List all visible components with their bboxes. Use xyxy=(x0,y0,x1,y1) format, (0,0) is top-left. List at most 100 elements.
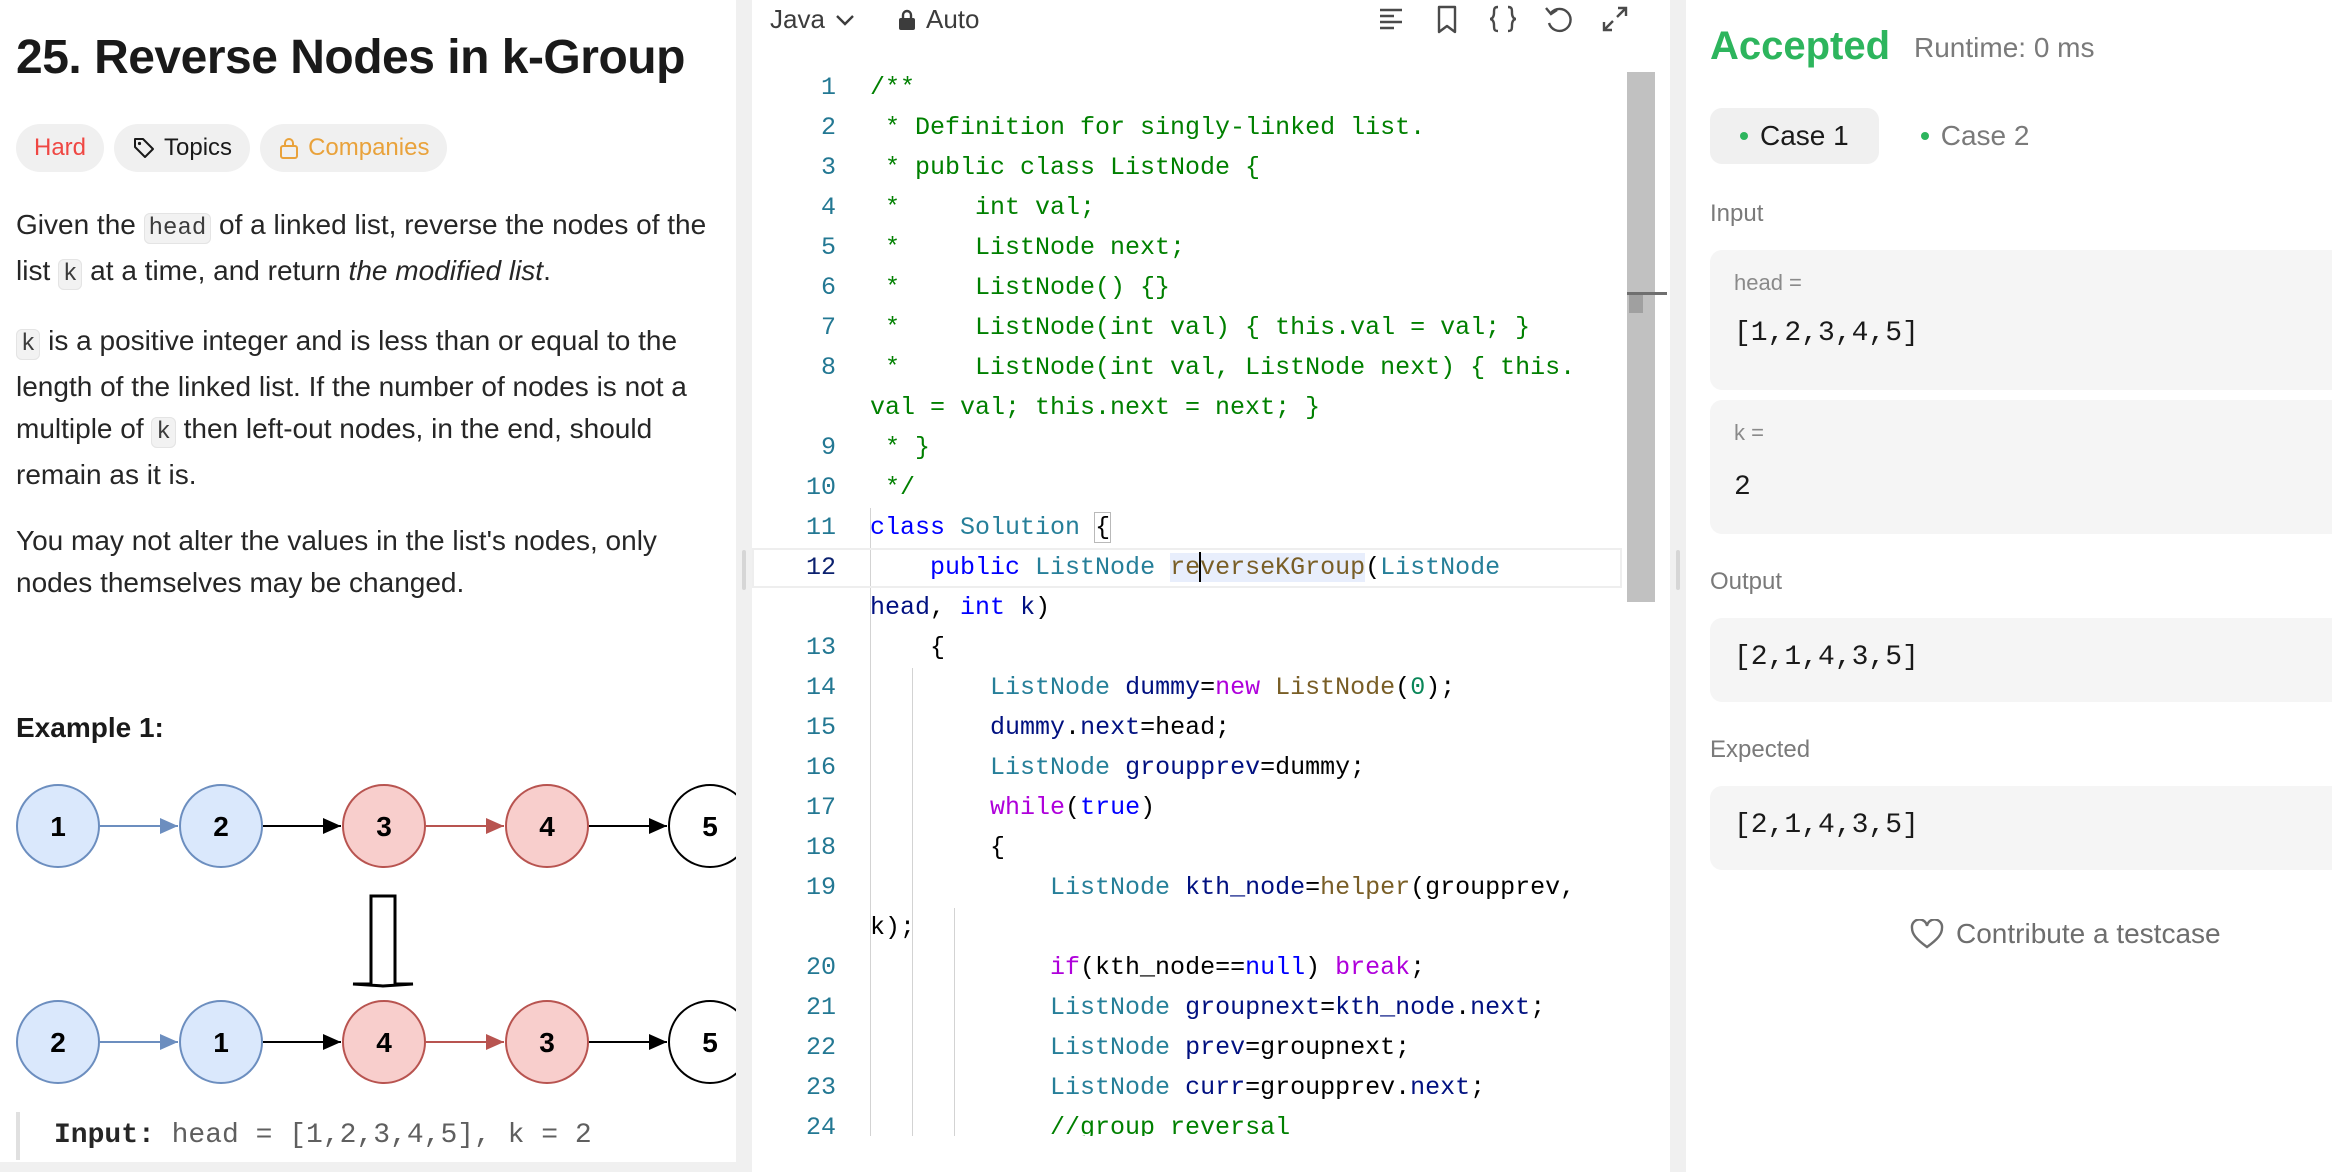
code-line: 14 ListNode dummy=new ListNode(0); xyxy=(805,673,1456,702)
param-label: head = xyxy=(1734,270,1802,295)
splitter-grip[interactable] xyxy=(742,550,746,590)
example-input: Input: head = [1,2,3,4,5], k = 2 xyxy=(16,1112,592,1160)
list-node-value: 5 xyxy=(702,1027,718,1058)
difficulty-badge: Hard xyxy=(16,124,105,172)
list-node-value: 3 xyxy=(376,811,392,842)
lock-icon xyxy=(899,9,915,30)
mode-label: Auto xyxy=(926,4,980,34)
code-line: 3 * public class ListNode { xyxy=(820,153,1261,182)
tab-case-1[interactable]: Case 1 xyxy=(1710,108,1879,164)
code-line-active: 12 public ListNode reverseKGroup(ListNod… xyxy=(752,548,1622,588)
heart-icon xyxy=(1910,919,1944,949)
code-line: 13 { xyxy=(805,633,946,662)
code-line: 11 class Solution { xyxy=(805,512,1112,543)
left-splitter[interactable] xyxy=(736,0,752,1172)
companies-label: Companies xyxy=(308,134,430,161)
pass-dot-icon xyxy=(1740,132,1748,140)
language-select[interactable]: Java xyxy=(770,4,855,35)
code-line: 6 * ListNode() {} xyxy=(820,273,1171,302)
difficulty-label: Hard xyxy=(34,134,87,161)
scrollbar-marker xyxy=(1629,295,1643,313)
code-line: 22 ListNode prev=groupnext; xyxy=(805,1033,1411,1062)
down-arrow-icon xyxy=(352,894,414,988)
braces-icon[interactable] xyxy=(1486,2,1520,36)
list-node-value: 4 xyxy=(539,811,555,842)
code-line: 2 * Definition for singly-linked list. xyxy=(820,113,1426,142)
editor-actions xyxy=(1374,2,1632,36)
expected-value: [2,1,4,3,5] xyxy=(1734,810,1919,841)
code-line: 9 * } xyxy=(820,433,931,462)
code-line: 20 if(kth_node==null) break; xyxy=(805,953,1426,982)
code-line: 1/** xyxy=(820,73,916,102)
expected-label: Expected xyxy=(1710,736,1811,763)
code-line: 10 */ xyxy=(805,473,916,502)
editor-toolbar: Java Auto xyxy=(752,0,1670,40)
format-icon[interactable] xyxy=(1374,2,1408,36)
inline-code-k: k xyxy=(16,329,41,360)
input-head-box: head = [1,2,3,4,5] xyxy=(1710,250,2332,390)
runtime-text: Runtime: 0 ms xyxy=(1914,32,2095,63)
editor-footer xyxy=(752,1136,1670,1172)
code-line: 7 * ListNode(int val) { this.val = val; … xyxy=(820,313,1531,342)
inline-code-k: k xyxy=(58,259,83,290)
code-line: 21 ListNode groupnext=kth_node.next; xyxy=(805,993,1546,1022)
expected-box: [2,1,4,3,5] xyxy=(1710,786,2332,870)
inline-code-k: k xyxy=(151,417,176,448)
inline-code-head: head xyxy=(143,213,212,244)
problem-title: 25. Reverse Nodes in k-Group xyxy=(16,31,685,84)
code-area[interactable]: 1/** 2 * Definition for singly-linked li… xyxy=(752,68,1622,1136)
code-line: 5 * ListNode next; xyxy=(820,233,1186,262)
tab-case-2[interactable]: Case 2 xyxy=(1891,108,2060,164)
language-label: Java xyxy=(770,4,825,34)
text-cursor xyxy=(1199,552,1202,583)
code-line: 17 while(true) xyxy=(805,793,1156,822)
code-line: 15 dummy.next=head; xyxy=(805,713,1231,742)
description-paragraph-1: Given the head of a linked list, reverse… xyxy=(16,209,707,290)
list-node-value: 2 xyxy=(213,811,229,842)
list-node-value: 1 xyxy=(213,1027,229,1058)
code-line-wrapped: k); xyxy=(870,913,916,942)
reset-icon[interactable] xyxy=(1542,2,1576,36)
list-node-value: 5 xyxy=(702,811,718,842)
mode-toggle[interactable]: Auto xyxy=(898,4,980,35)
param-value: 2 xyxy=(1734,472,1751,503)
code-line-wrapped: head, int k) xyxy=(870,593,1051,622)
code-line: 4 * int val; xyxy=(820,193,1096,222)
expand-icon[interactable] xyxy=(1598,2,1632,36)
list-node-value: 1 xyxy=(50,811,66,842)
lock-icon xyxy=(280,138,299,159)
code-line: 18 { xyxy=(805,833,1006,862)
chevron-down-icon xyxy=(836,14,854,26)
code-line: 16 ListNode groupprev=dummy; xyxy=(805,753,1366,782)
output-value: [2,1,4,3,5] xyxy=(1734,642,1919,673)
code-line: 23 ListNode curr=groupprev.next; xyxy=(805,1073,1486,1102)
code-line: 8 * ListNode(int val, ListNode next) { t… xyxy=(820,353,1576,382)
code-editor[interactable]: Java Auto 1/** 2 * Definition for singly… xyxy=(752,0,1670,1172)
description-paragraph-2: k is a positive integer and is less than… xyxy=(16,325,687,490)
topics-button[interactable]: Topics xyxy=(114,124,251,172)
contribute-testcase-button[interactable]: Contribute a testcase xyxy=(1910,918,2221,950)
description-paragraph-3: You may not alter the values in the list… xyxy=(16,525,657,598)
code-line-wrapped: val = val; this.next = next; } xyxy=(870,393,1321,422)
input-label: Input xyxy=(1710,200,1764,227)
list-node-value: 3 xyxy=(539,1027,555,1058)
code-line: 24 //group reversal xyxy=(805,1113,1291,1136)
editor-scrollbar-thumb[interactable] xyxy=(1627,72,1655,602)
param-value: [1,2,3,4,5] xyxy=(1734,318,1919,349)
output-box: [2,1,4,3,5] xyxy=(1710,618,2332,702)
example-diagram: 1 2 3 4 5 2 1 4 3 5 xyxy=(16,784,736,1084)
splitter-grip[interactable] xyxy=(1676,550,1680,590)
left-panel-footer xyxy=(0,1162,736,1172)
problem-description-panel: 25. Reverse Nodes in k-Group Hard Topics… xyxy=(0,0,736,1172)
test-result-panel: Accepted Runtime: 0 ms Case 1 Case 2 Inp… xyxy=(1686,0,2332,1172)
problem-tags: Hard Topics Companies xyxy=(16,124,448,172)
bookmark-icon[interactable] xyxy=(1430,2,1464,36)
result-status: Accepted xyxy=(1710,24,1891,68)
list-node-value: 2 xyxy=(50,1027,66,1058)
output-label: Output xyxy=(1710,568,1783,595)
input-k-box: k = 2 xyxy=(1710,400,2332,534)
pass-dot-icon xyxy=(1920,132,1929,140)
right-splitter[interactable] xyxy=(1670,0,1686,1172)
companies-button[interactable]: Companies xyxy=(260,124,448,172)
topics-label: Topics xyxy=(164,134,233,161)
